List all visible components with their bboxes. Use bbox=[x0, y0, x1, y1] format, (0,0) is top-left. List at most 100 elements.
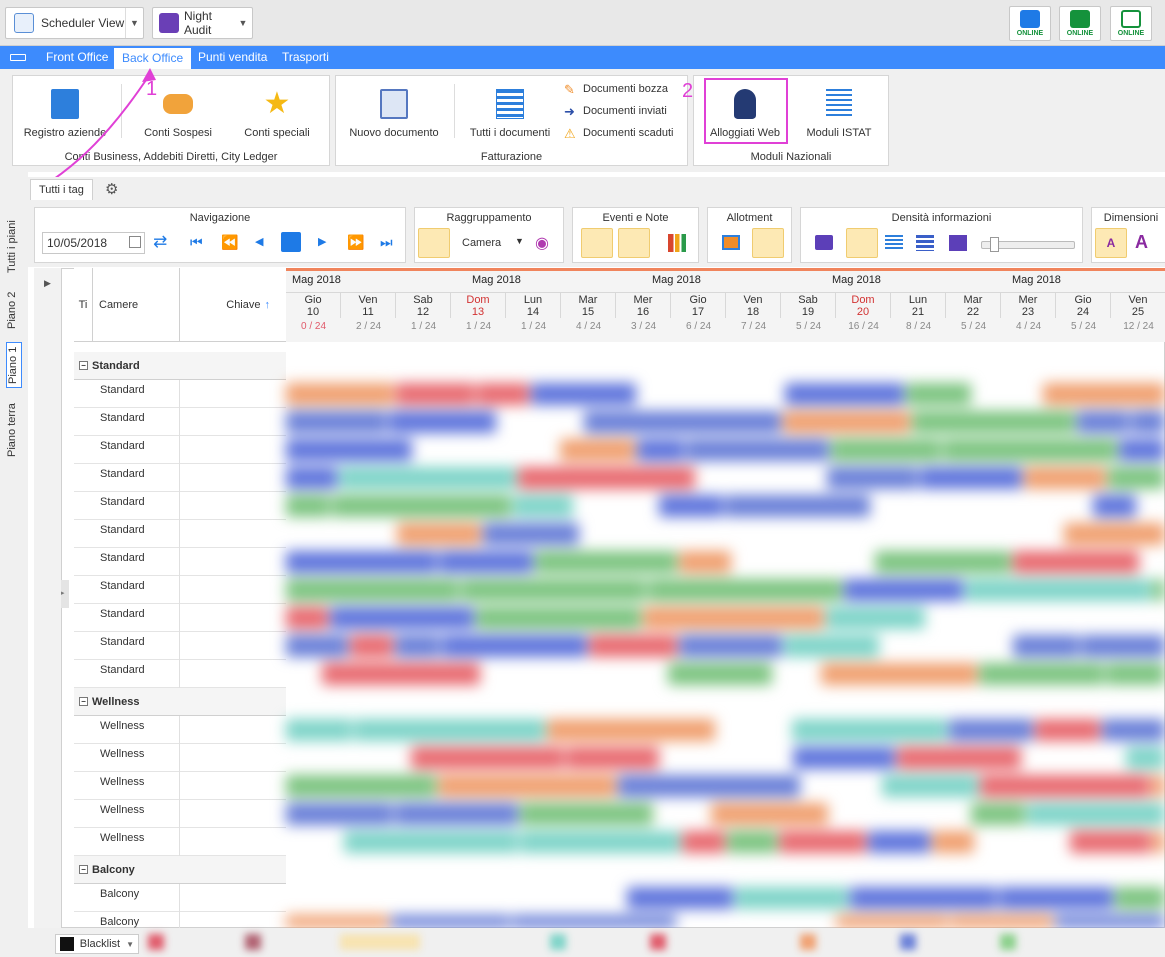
room-row[interactable]: Wellness bbox=[74, 772, 286, 800]
room-row[interactable]: Wellness bbox=[74, 744, 286, 772]
booking-bar[interactable] bbox=[850, 887, 997, 909]
booking-bar[interactable] bbox=[286, 775, 436, 797]
conti-speciali-button[interactable]: ★ Conti speciali bbox=[227, 82, 327, 144]
day-header[interactable]: Mer 16 bbox=[616, 292, 671, 318]
booking-bar[interactable] bbox=[785, 383, 904, 405]
booking-bar[interactable] bbox=[735, 887, 848, 909]
booking-bar[interactable] bbox=[932, 831, 974, 853]
booking-bar[interactable] bbox=[1043, 383, 1165, 405]
booking-bar[interactable] bbox=[826, 607, 925, 629]
menu-punti-vendita[interactable]: Punti vendita bbox=[190, 46, 275, 69]
booking-bar[interactable] bbox=[566, 747, 659, 769]
booking-bar[interactable] bbox=[648, 579, 842, 601]
booking-bar[interactable] bbox=[438, 775, 616, 797]
booking-bar[interactable] bbox=[589, 635, 677, 657]
booking-bar[interactable] bbox=[286, 803, 393, 825]
day-header[interactable]: Ven 25 bbox=[1111, 292, 1165, 318]
room-row[interactable]: Standard bbox=[74, 492, 286, 520]
booking-bar[interactable] bbox=[518, 467, 695, 489]
booking-bar[interactable] bbox=[1055, 915, 1165, 928]
booking-bar[interactable] bbox=[999, 887, 1113, 909]
booking-bar[interactable] bbox=[1081, 635, 1165, 657]
day-header[interactable]: Sab 19 bbox=[781, 292, 836, 318]
room-row[interactable]: Wellness bbox=[74, 800, 286, 828]
booking-bar[interactable] bbox=[912, 411, 1075, 433]
booking-bar[interactable] bbox=[286, 439, 412, 461]
allotment-abc-button[interactable] bbox=[752, 228, 784, 258]
booking-bar[interactable] bbox=[875, 551, 1011, 573]
room-row[interactable]: Standard bbox=[74, 660, 286, 688]
documenti-scaduti-button[interactable]: ⚠ Documenti scaduti bbox=[564, 124, 674, 142]
forward-icon[interactable]: ▶ bbox=[318, 234, 326, 250]
booking-bar[interactable] bbox=[286, 607, 328, 629]
scheduler-view-button[interactable]: Scheduler View ▼ bbox=[5, 7, 144, 39]
booking-bar[interactable] bbox=[1093, 495, 1136, 517]
room-row[interactable]: Standard bbox=[74, 520, 286, 548]
booking-bar[interactable] bbox=[535, 551, 677, 573]
booking-bar[interactable] bbox=[286, 383, 394, 405]
density-1-button[interactable] bbox=[846, 228, 878, 258]
night-audit-button[interactable]: Night Audit ▼ bbox=[152, 7, 253, 39]
booking-bar[interactable] bbox=[286, 579, 459, 601]
booking-bar[interactable] bbox=[1077, 411, 1129, 433]
booking-bar[interactable] bbox=[461, 579, 646, 601]
booking-bar[interactable] bbox=[389, 411, 496, 433]
chat-status[interactable]: ONLINE bbox=[1059, 6, 1101, 41]
booking-bar[interactable] bbox=[943, 439, 1117, 461]
note-button[interactable] bbox=[618, 228, 650, 258]
allotment-icon[interactable] bbox=[722, 235, 740, 250]
day-header[interactable]: Mar 22 bbox=[946, 292, 1001, 318]
booking-bar[interactable] bbox=[332, 495, 511, 517]
booking-bar[interactable] bbox=[792, 719, 947, 741]
room-row[interactable]: Standard bbox=[74, 408, 286, 436]
booking-bar[interactable] bbox=[844, 579, 963, 601]
booking-bar[interactable] bbox=[1024, 467, 1106, 489]
comment-icon[interactable] bbox=[815, 235, 833, 250]
room-row[interactable]: Balcony bbox=[74, 912, 286, 928]
booking-bar[interactable] bbox=[1119, 439, 1165, 461]
booking-bar[interactable] bbox=[547, 719, 715, 741]
booking-bar[interactable] bbox=[1115, 887, 1165, 909]
booking-bar[interactable] bbox=[637, 439, 684, 461]
booking-bar[interactable] bbox=[793, 747, 895, 769]
tab-tutti-i-tag[interactable]: Tutti i tag bbox=[30, 179, 93, 201]
documenti-bozza-button[interactable]: ✎ Documenti bozza bbox=[564, 80, 668, 98]
booking-bar[interactable] bbox=[512, 915, 676, 928]
font-small-button[interactable]: A bbox=[1095, 228, 1127, 258]
booking-bar[interactable] bbox=[831, 439, 941, 461]
room-row[interactable]: Standard bbox=[74, 576, 286, 604]
booking-bar[interactable] bbox=[686, 439, 829, 461]
moduli-istat-button[interactable]: Moduli ISTAT bbox=[789, 82, 889, 144]
booking-bar[interactable] bbox=[643, 607, 824, 629]
booking-bar[interactable] bbox=[1126, 747, 1165, 769]
booking-bar[interactable] bbox=[784, 635, 879, 657]
booking-bar[interactable] bbox=[397, 523, 481, 545]
booking-bar[interactable] bbox=[1035, 719, 1100, 741]
legend-blacklist[interactable]: Blacklist ▼ bbox=[55, 934, 139, 954]
tutti-documenti-button[interactable]: Tutti i documenti bbox=[460, 82, 560, 144]
booking-bar[interactable] bbox=[836, 915, 948, 928]
density-2-icon[interactable] bbox=[885, 235, 903, 251]
booking-bar[interactable] bbox=[950, 915, 1053, 928]
booking-bar[interactable] bbox=[286, 635, 348, 657]
booking-bar[interactable] bbox=[1102, 719, 1165, 741]
booking-bar[interactable] bbox=[330, 607, 474, 629]
booking-bar[interactable] bbox=[949, 719, 1033, 741]
chart-icon[interactable] bbox=[668, 234, 686, 252]
collapse-icon[interactable]: − bbox=[79, 865, 88, 874]
booking-bar[interactable] bbox=[395, 803, 518, 825]
booking-bar[interactable] bbox=[659, 495, 723, 517]
booking-bar[interactable] bbox=[882, 775, 978, 797]
sort-asc-icon[interactable]: ↑ bbox=[265, 299, 271, 311]
booking-bar[interactable] bbox=[627, 887, 733, 909]
booking-bar[interactable] bbox=[920, 467, 1022, 489]
booking-bar[interactable] bbox=[339, 467, 516, 489]
booking-bar[interactable] bbox=[821, 663, 977, 685]
booking-bar[interactable] bbox=[286, 411, 387, 433]
room-row[interactable]: Balcony bbox=[74, 884, 286, 912]
floor-tab-piano-2[interactable]: Piano 2 bbox=[6, 290, 22, 330]
room-row[interactable]: Standard bbox=[74, 436, 286, 464]
booking-bar[interactable] bbox=[513, 495, 573, 517]
booking-bar[interactable] bbox=[679, 635, 782, 657]
collapse-icon[interactable]: − bbox=[79, 361, 88, 370]
